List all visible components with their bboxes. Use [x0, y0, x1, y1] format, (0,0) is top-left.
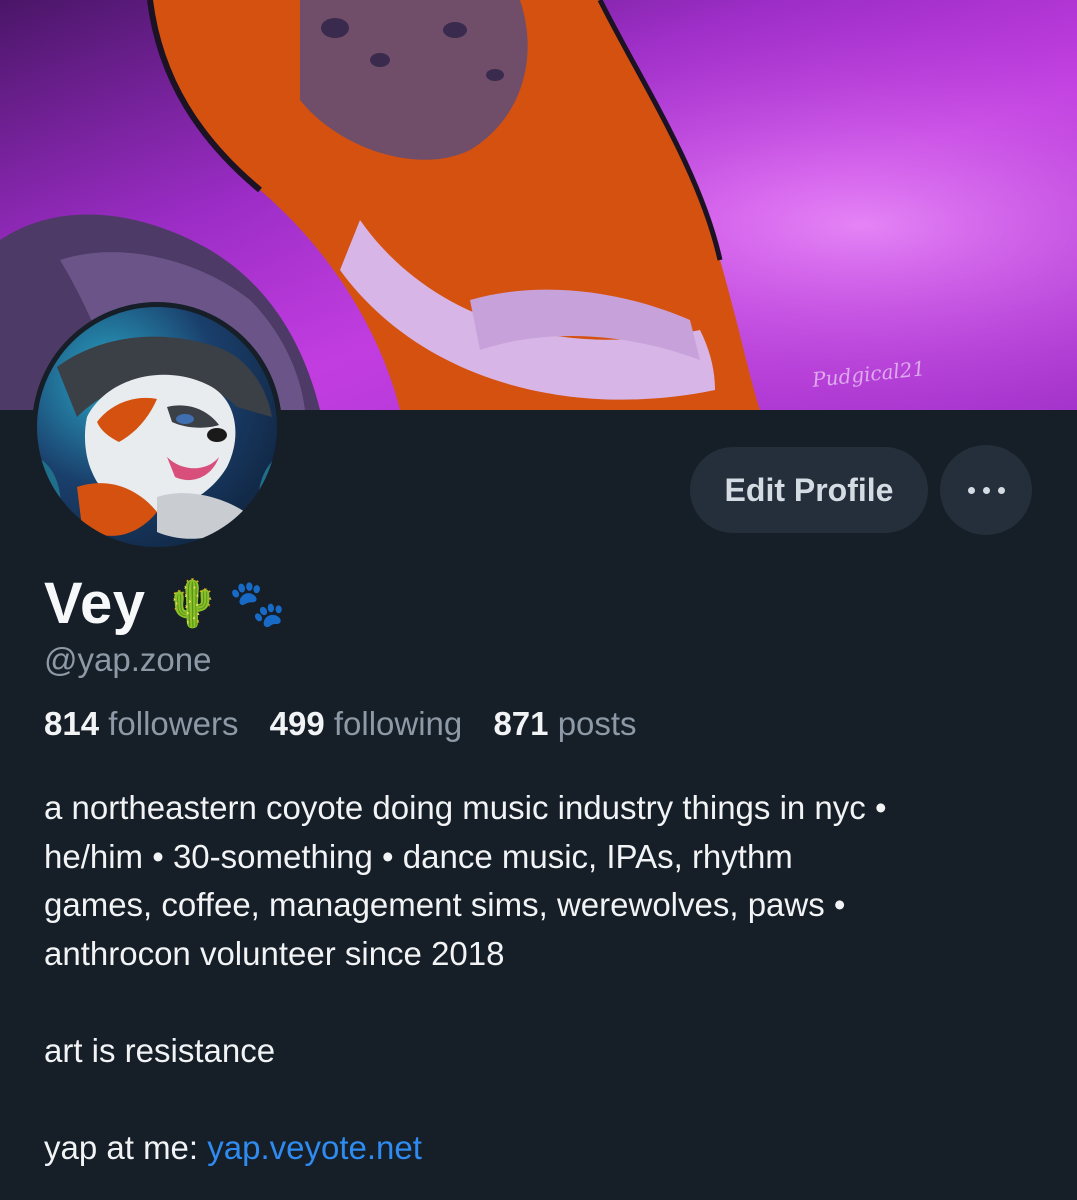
- avatar[interactable]: [32, 302, 282, 552]
- bio-line: he/him • 30-something • dance music, IPA…: [44, 837, 793, 875]
- avatar-image: [37, 307, 277, 547]
- profile-stats: 814 followers 499 following 871 posts: [44, 705, 659, 743]
- bio-line: art is resistance: [44, 1031, 276, 1069]
- following-label: following: [333, 705, 463, 742]
- edit-profile-button[interactable]: Edit Profile: [690, 447, 928, 533]
- bio-link-prefix: yap at me:: [44, 1128, 208, 1166]
- followers-label: followers: [108, 705, 239, 742]
- bio-line: games, coffee, management sims, werewolv…: [44, 886, 846, 923]
- following-stat[interactable]: 499 following: [270, 705, 463, 742]
- website-link[interactable]: yap.veyote.net: [207, 1129, 422, 1166]
- ellipsis-icon: [964, 481, 1009, 499]
- cactus-emoji: 🌵: [163, 575, 221, 630]
- followers-count: 814: [44, 705, 100, 742]
- posts-stat: 871 posts: [493, 705, 636, 742]
- posts-label: posts: [557, 705, 637, 742]
- bio-line: a northeastern coyote doing music indust…: [44, 789, 887, 826]
- more-options-button[interactable]: [940, 445, 1032, 535]
- following-count: 499: [269, 705, 325, 742]
- bio-link-line: yap at me: yap.veyote.net: [44, 1124, 1044, 1173]
- user-handle: @yap.zone: [44, 641, 212, 678]
- paw-prints-emoji: 🐾: [228, 575, 287, 630]
- display-name: Vey: [44, 570, 146, 636]
- display-name-row: Vey 🌵 🐾: [44, 568, 286, 638]
- profile-bio: a northeastern coyote doing music indust…: [44, 784, 1044, 1172]
- posts-count: 871: [493, 705, 549, 742]
- followers-stat[interactable]: 814 followers: [44, 705, 238, 742]
- bio-line: anthrocon volunteer since 2018: [44, 934, 505, 972]
